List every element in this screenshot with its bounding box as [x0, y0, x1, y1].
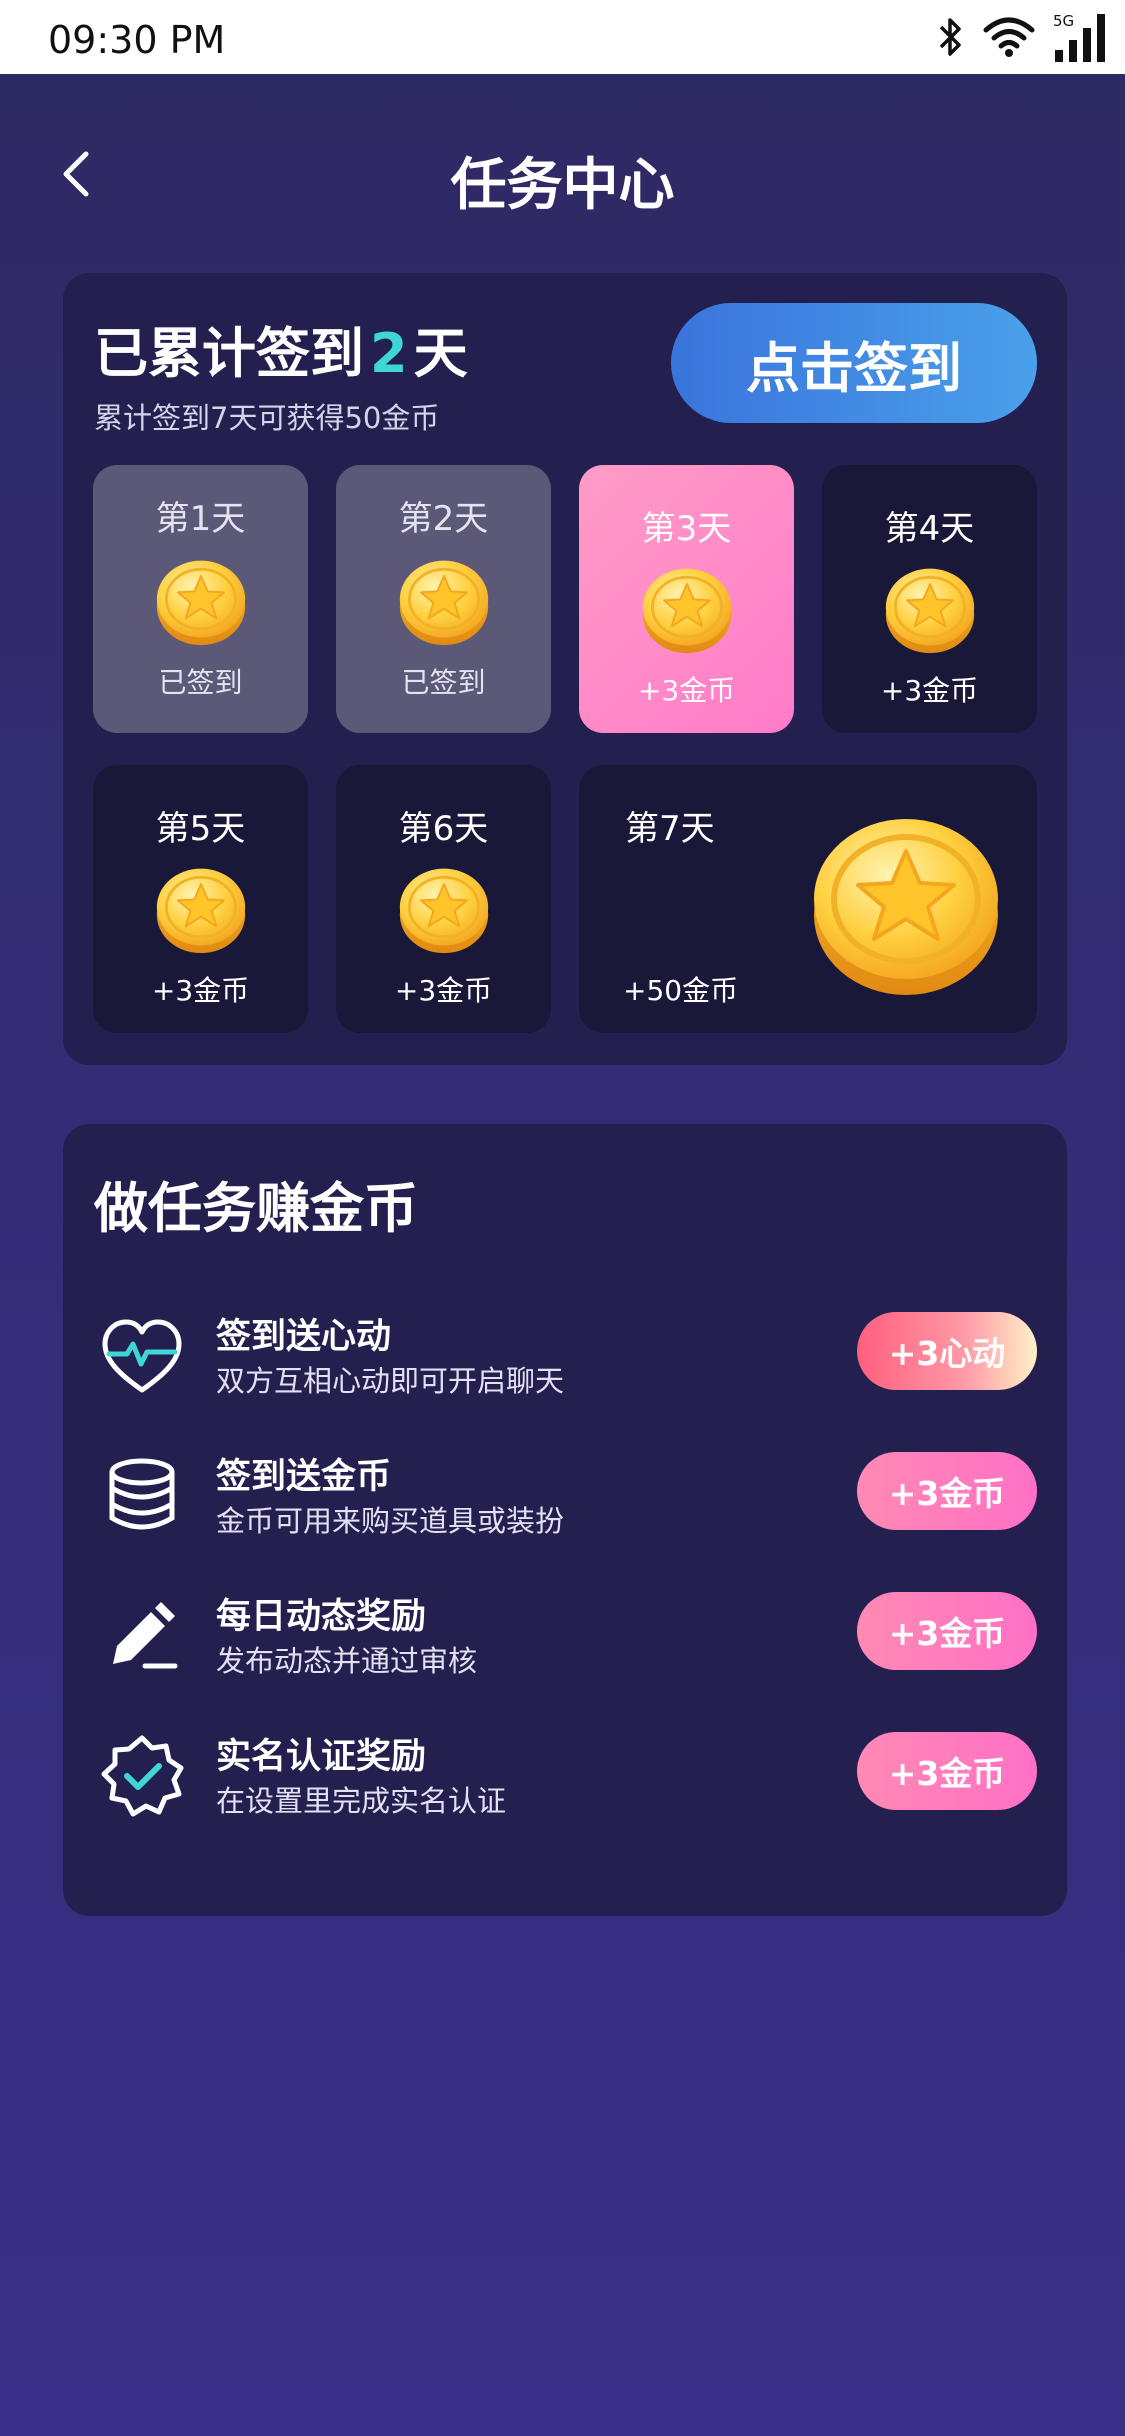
wifi-icon [983, 17, 1035, 57]
day-card-6: 第6天 +3金币 [336, 765, 551, 1033]
signin-button[interactable]: 点击签到 [671, 303, 1037, 423]
status-time: 09:30 PM [48, 18, 226, 62]
day-card-3[interactable]: 第3天 +3金币 [579, 465, 794, 733]
tasks-title: 做任务赚金币 [94, 1177, 418, 1240]
status-bar: 09:30 PM 5G [0, 0, 1125, 74]
coin-icon [396, 553, 492, 649]
day-card-1: 第1天 已签到 [93, 465, 308, 733]
task-item-3: 每日动态奖励 发布动态并通过审核 +3金币 [63, 1574, 1067, 1694]
task-reward-button[interactable]: +3金币 [857, 1452, 1037, 1530]
day-card-4: 第4天 +3金币 [822, 465, 1037, 733]
day-card-2: 第2天 已签到 [336, 465, 551, 733]
day-card-5: 第5天 +3金币 [93, 765, 308, 1033]
checkin-count: 2 [370, 322, 408, 385]
bluetooth-icon [939, 18, 961, 56]
verified-badge-icon [101, 1735, 184, 1817]
coin-icon [153, 861, 249, 957]
task-reward-button[interactable]: +3心动 [857, 1312, 1037, 1390]
checkin-card: 已累计签到 2 天 累计签到7天可获得50金币 点击签到 第1天 已签到 第2天 已… [63, 273, 1067, 1065]
coin-icon [882, 561, 978, 657]
coin-icon [153, 553, 249, 649]
task-reward-button[interactable]: +3金币 [857, 1732, 1037, 1810]
task-item-2: 签到送金币 金币可用来购买道具或装扮 +3金币 [63, 1434, 1067, 1554]
checkin-title: 已累计签到 2 天 [94, 322, 468, 385]
signal-icon: 5G [1053, 12, 1111, 62]
task-item-4: 实名认证奖励 在设置里完成实名认证 +3金币 [63, 1714, 1067, 1834]
checkin-subtitle: 累计签到7天可获得50金币 [94, 401, 440, 435]
page-title: 任务中心 [450, 153, 675, 218]
big-coin-icon [801, 803, 1011, 1003]
tasks-card: 做任务赚金币 签到送心动 双方互相心动即可开启聊天 +3心动 签到送金币 金币可… [63, 1124, 1067, 1916]
coin-stack-icon [109, 1458, 175, 1530]
task-item-1: 签到送心动 双方互相心动即可开启聊天 +3心动 [63, 1294, 1067, 1414]
coin-icon [396, 861, 492, 957]
pencil-icon [113, 1602, 178, 1669]
day-card-7: 第7天 +50金币 [579, 765, 1037, 1033]
coin-icon [639, 561, 735, 657]
heart-pulse-icon [102, 1319, 182, 1393]
task-reward-button[interactable]: +3金币 [857, 1592, 1037, 1670]
